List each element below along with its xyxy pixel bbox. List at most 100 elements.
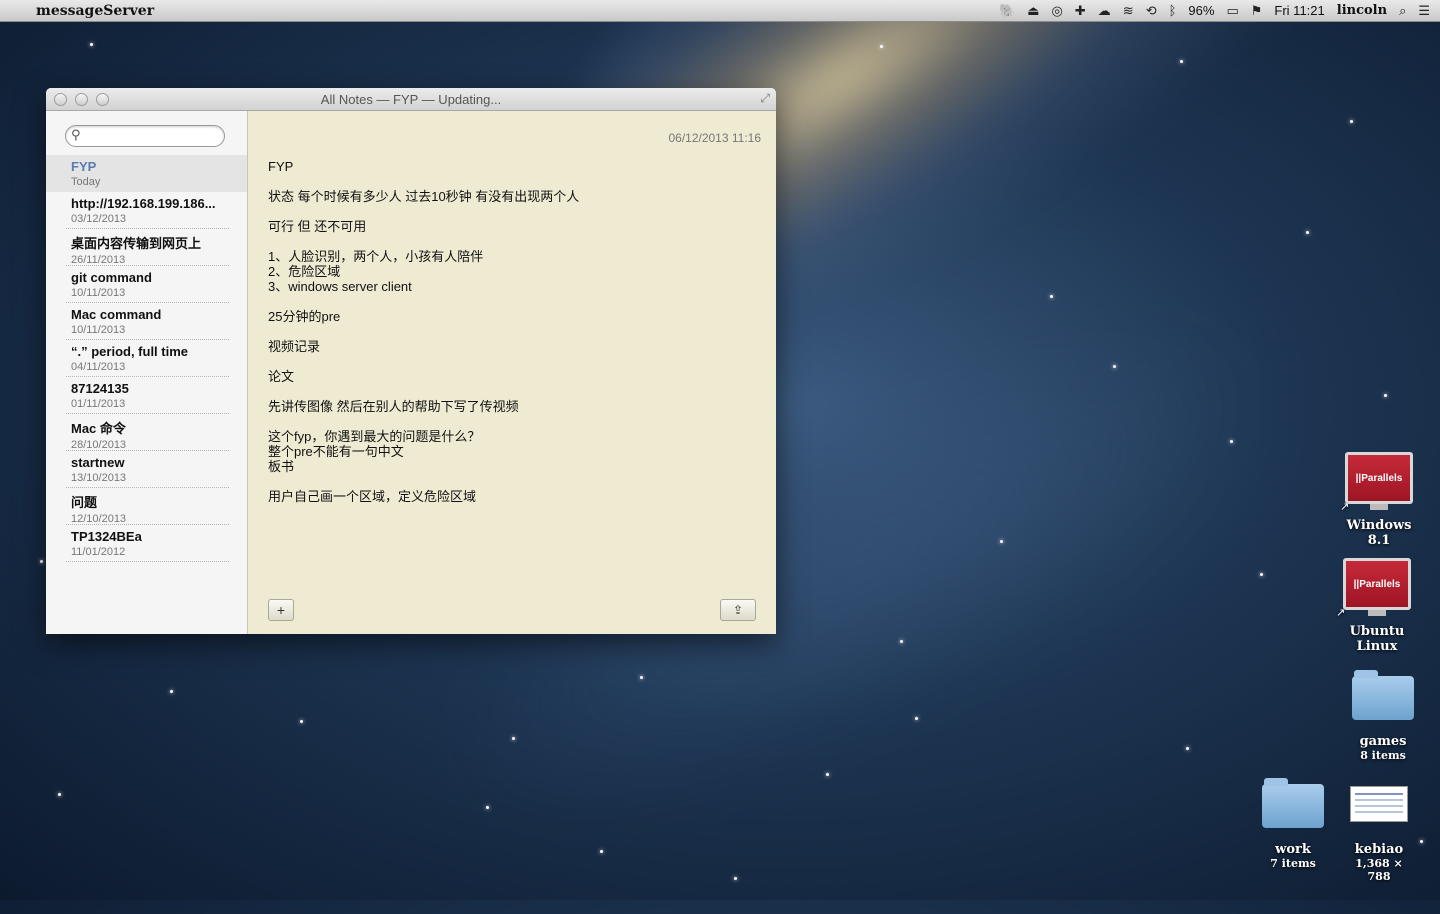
wifi-icon[interactable]: ≋ [1123, 3, 1134, 19]
notes-window: All Notes — FYP — Updating... ⤢ ⚲ FYP Tod… [46, 88, 776, 634]
desktop-icon-games[interactable]: games 8 items [1346, 670, 1420, 762]
note-blank-line [268, 174, 579, 189]
note-list-item[interactable]: Mac 命令 28/10/2013 [46, 414, 247, 451]
note-list-item[interactable]: 桌面内容传输到网页上 26/11/2013 [46, 229, 247, 266]
star [1384, 394, 1387, 397]
app-name-menu[interactable]: messageServer [36, 3, 154, 19]
desktop-icon-label: kebiao [1354, 842, 1404, 857]
star [1230, 440, 1233, 443]
star [734, 877, 737, 880]
note-list-item[interactable]: “.” period, full time 04/11/2013 [46, 340, 247, 377]
star [1350, 120, 1353, 123]
note-date: 28/10/2013 [71, 439, 127, 451]
note-body[interactable]: FYP 状态 每个时候有多少人 过去10秒钟 有没有出现两个人 可行 但 还不可用 1… [268, 159, 579, 504]
search-input[interactable] [86, 128, 220, 144]
parallels-vm-icon: ||Parallels [1343, 558, 1411, 610]
desktop-icon-info: 8 items [1360, 749, 1406, 762]
alias-arrow-icon: ↗ [1336, 607, 1346, 619]
star [300, 720, 303, 723]
note-title: “.” period, full time [71, 344, 189, 359]
fullscreen-icon[interactable]: ⤢ [760, 91, 770, 106]
star [170, 690, 173, 693]
note-line: 25分钟的pre [268, 309, 341, 324]
status-area: 🐘 ⏏ ◎ ✚ ☁ ≋ ⟲ ᛒ 96% ▭ ⚑ Fri 11:21 lincol… [999, 3, 1440, 19]
note-date: 01/11/2013 [71, 398, 126, 410]
star [640, 676, 643, 679]
star [512, 737, 515, 740]
desktop-icon-kebiao[interactable]: kebiao 1,368 × 788 [1342, 786, 1416, 883]
star [880, 45, 883, 48]
window-controls [54, 93, 109, 106]
notification-center-icon[interactable]: ☰ [1418, 3, 1430, 19]
drive-icon[interactable]: ⏏ [1027, 3, 1039, 19]
note-blank-line [268, 414, 579, 429]
note-title: TP1324BEa [71, 529, 142, 544]
note-editor[interactable]: 06/12/2013 11:16 FYP 状态 每个时候有多少人 过去10秒钟 有… [248, 111, 776, 634]
alias-arrow-icon: ↗ [1340, 501, 1350, 513]
user-menu[interactable]: lincoln [1337, 3, 1387, 18]
note-list-item[interactable]: TP1324BEa 11/01/2012 [46, 525, 247, 562]
close-button[interactable] [54, 93, 67, 106]
note-line: 3、windows server client [268, 279, 412, 294]
note-list-item[interactable]: git command 10/11/2013 [46, 266, 247, 303]
desktop-icon-label: Windows 8.1 [1346, 518, 1412, 548]
minimize-button[interactable] [75, 93, 88, 106]
note-line: 用户自己画一个区域，定义危险区域 [268, 489, 477, 504]
battery-icon[interactable]: ▭ [1226, 3, 1238, 19]
star [1180, 60, 1183, 63]
note-date: 10/11/2013 [71, 287, 126, 299]
note-line: 板书 [268, 459, 295, 474]
star [40, 560, 43, 563]
zoom-button[interactable] [96, 93, 109, 106]
window-titlebar[interactable]: All Notes — FYP — Updating... ⤢ [46, 88, 776, 111]
cloud-icon[interactable]: ☁ [1098, 3, 1111, 19]
note-date: 11/01/2012 [71, 546, 126, 558]
desktop-icon-windows[interactable]: ||Parallels ↗ Windows 8.1 [1336, 452, 1422, 548]
note-blank-line [268, 354, 579, 369]
note-title: Mac command [71, 307, 162, 322]
note-list-item[interactable]: 87124135 01/11/2013 [46, 377, 247, 414]
add-note-button[interactable]: + [268, 599, 294, 621]
spotlight-search-icon[interactable]: ⌕ [1399, 3, 1406, 19]
note-list-item[interactable]: 问题 12/10/2013 [46, 488, 247, 525]
share-button[interactable]: ⇪ [720, 599, 756, 621]
star [600, 850, 603, 853]
bluetooth-icon[interactable]: ᛒ [1169, 3, 1177, 18]
clock[interactable]: Fri 11:21 [1274, 3, 1324, 18]
note-line: 整个pre不能有一句中文 [268, 444, 404, 459]
note-timestamp: 06/12/2013 11:16 [668, 131, 761, 145]
note-line: 视频记录 [268, 339, 321, 354]
search-field[interactable]: ⚲ [65, 125, 225, 147]
note-date: Today [71, 176, 101, 188]
notes-sidebar: ⚲ FYP Today http://192.168.199.186... 03/12… [46, 111, 248, 634]
note-line: 可行 但 还不可用 [268, 219, 367, 234]
star [58, 793, 61, 796]
note-list-item[interactable]: Mac command 10/11/2013 [46, 303, 247, 340]
desktop-icon-work[interactable]: work 7 items [1256, 778, 1330, 870]
evernote-icon[interactable]: 🐘 [999, 3, 1015, 19]
flag-icon[interactable]: ⚑ [1251, 3, 1263, 19]
note-list-item[interactable]: FYP Today [46, 155, 247, 192]
desktop-icon-ubuntu[interactable]: ||Parallels ↗ Ubuntu Linux [1332, 558, 1422, 654]
battery-percent[interactable]: 96% [1188, 3, 1214, 18]
star [915, 717, 918, 720]
note-line: 2、危险区域 [268, 264, 341, 279]
notes-list: FYP Today http://192.168.199.186... 03/12/2… [46, 155, 247, 562]
note-blank-line [268, 384, 579, 399]
note-title: 桌面内容传输到网页上 [71, 236, 202, 251]
monitor-stand [1370, 504, 1388, 510]
menu-bar: messageServer 🐘 ⏏ ◎ ✚ ☁ ≋ ⟲ ᛒ 96% ▭ ⚑ Fr… [0, 0, 1440, 22]
note-date: 03/12/2013 [71, 213, 127, 225]
time-machine-icon[interactable]: ⟲ [1146, 3, 1157, 19]
note-list-item[interactable]: http://192.168.199.186... 03/12/2013 [46, 192, 247, 229]
sync-icon[interactable]: ◎ [1052, 3, 1063, 19]
star [1113, 365, 1116, 368]
search-icon: ⚲ [71, 127, 81, 142]
plus-menu-icon[interactable]: ✚ [1075, 3, 1086, 19]
note-blank-line [268, 294, 579, 309]
star [486, 806, 489, 809]
note-title: FYP [71, 159, 97, 174]
note-list-item[interactable]: startnew 13/10/2013 [46, 451, 247, 488]
note-title: 87124135 [71, 381, 129, 396]
note-title: git command [71, 270, 152, 285]
